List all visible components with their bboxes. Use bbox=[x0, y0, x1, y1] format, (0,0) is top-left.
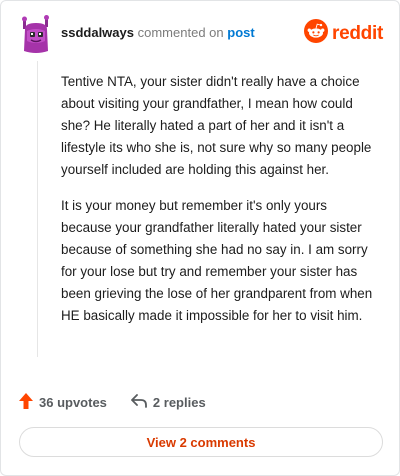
reply-count: 2 replies bbox=[152, 395, 206, 410]
reddit-wordmark: reddit bbox=[332, 22, 383, 44]
comment-card: ssddalways commented on post reddit Tent… bbox=[0, 0, 400, 476]
upvote-arrow-icon bbox=[19, 393, 33, 412]
replies-button[interactable]: 2 replies bbox=[131, 394, 206, 411]
reply-arrow-icon bbox=[131, 394, 147, 411]
comment-meta: ssddalways commented on post bbox=[61, 25, 255, 40]
comment-paragraph: Tentive NTA, your sister didn't really h… bbox=[61, 74, 372, 177]
comment-actions: 36 upvotes 2 replies bbox=[19, 393, 206, 412]
action-text: commented on bbox=[137, 25, 224, 40]
post-link[interactable]: post bbox=[227, 25, 254, 40]
upvote-count: 36 upvotes bbox=[39, 395, 107, 410]
user-avatar[interactable] bbox=[21, 15, 51, 55]
comment-paragraph: It is your money but remember it's only … bbox=[61, 198, 373, 323]
comment-body: Tentive NTA, your sister didn't really h… bbox=[61, 71, 381, 341]
comment-header: ssddalways commented on post reddit bbox=[17, 15, 383, 55]
upvote-button[interactable]: 36 upvotes bbox=[19, 393, 107, 412]
thread-line bbox=[37, 61, 38, 357]
username-link[interactable]: ssddalways bbox=[61, 25, 134, 40]
reddit-brand[interactable]: reddit bbox=[304, 19, 383, 48]
reddit-logo-icon bbox=[304, 19, 329, 48]
view-comments-button[interactable]: View 2 comments bbox=[19, 427, 383, 457]
